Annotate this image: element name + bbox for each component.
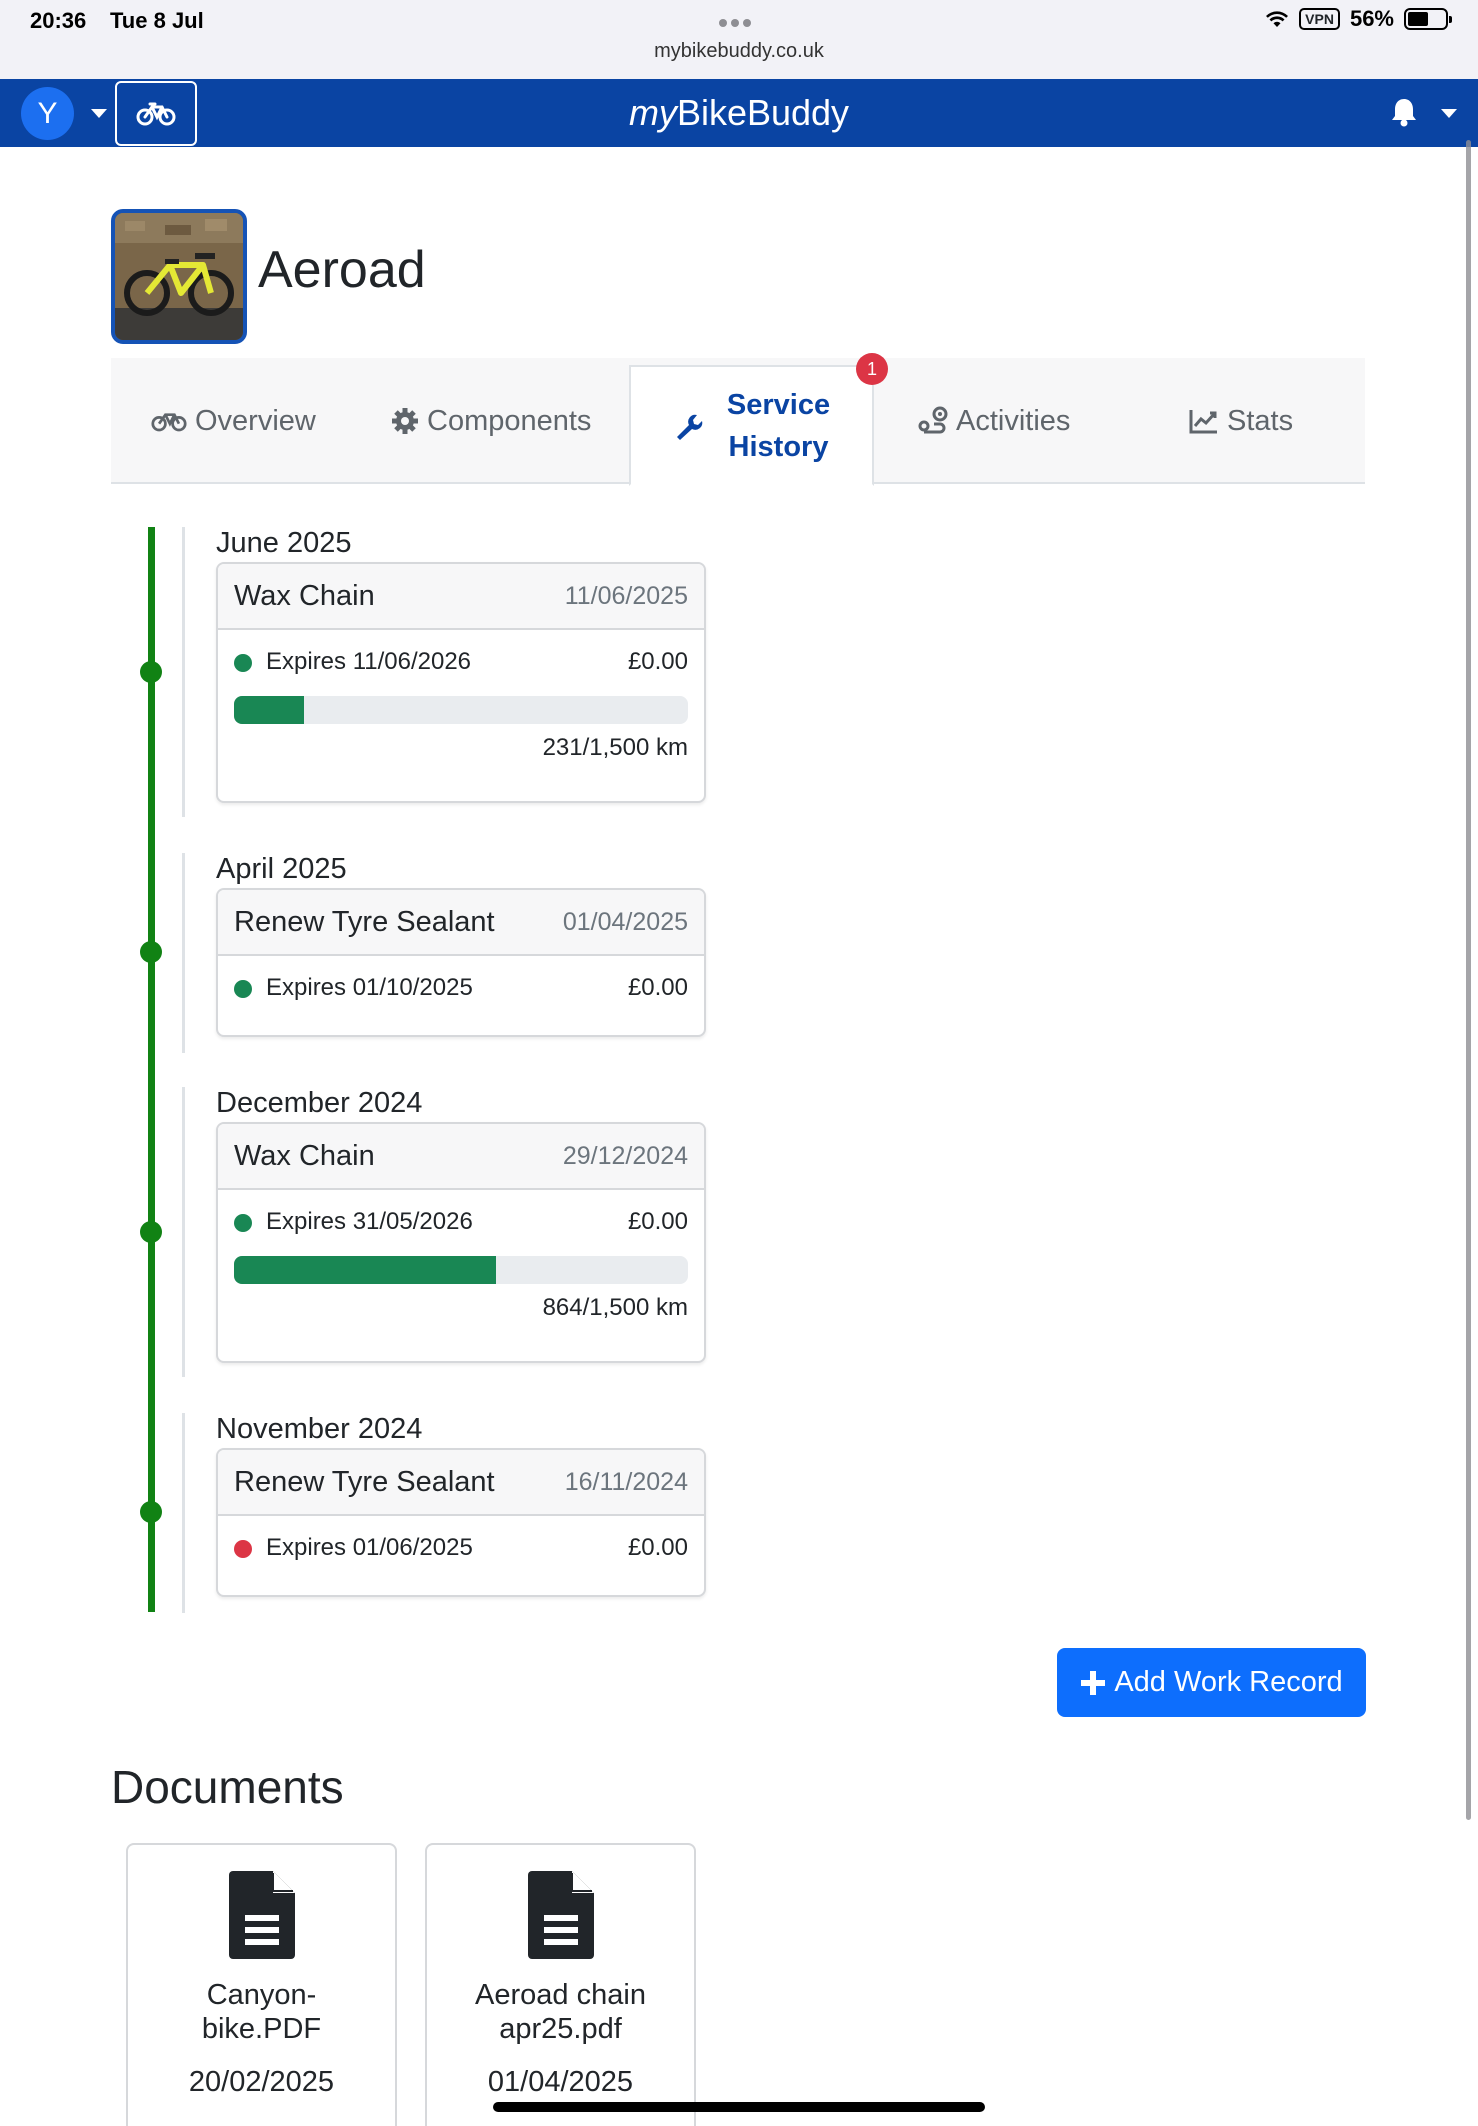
add-work-record-button[interactable]: Add Work Record xyxy=(1057,1648,1366,1717)
documents-heading: Documents xyxy=(111,1761,344,1813)
more-dots-icon[interactable] xyxy=(719,14,759,27)
timeline-divider xyxy=(182,853,185,1053)
chart-line-icon xyxy=(1189,408,1219,434)
month-heading: April 2025 xyxy=(216,853,347,885)
record-date: 29/12/2024 xyxy=(562,1141,688,1170)
record-distance: 864/1,500 km xyxy=(542,1294,688,1321)
document-name-line1: Canyon- xyxy=(206,1979,317,2011)
record-date: 16/11/2024 xyxy=(564,1467,688,1496)
document-date: 20/02/2025 xyxy=(188,2066,335,2098)
record-cost: £0.00 xyxy=(627,648,688,675)
service-record-card[interactable]: Renew Tyre Sealant 01/04/2025 Expires 01… xyxy=(216,888,706,1037)
distance-progress xyxy=(234,1256,688,1284)
battery-percent: 56% xyxy=(1349,6,1394,31)
tab-stats-label: Stats xyxy=(1227,404,1294,437)
wifi-icon xyxy=(1266,11,1289,27)
record-title: Wax Chain xyxy=(234,1139,375,1172)
status-dot xyxy=(234,653,252,672)
document-card[interactable]: Canyon- bike.PDF 20/02/2025 xyxy=(126,1843,397,2126)
wrench-icon xyxy=(673,411,703,441)
timeline-dot xyxy=(140,1221,162,1243)
tab-activities-label: Activities xyxy=(956,404,1071,437)
distance-progress xyxy=(234,696,688,724)
record-cost: £0.00 xyxy=(627,1208,688,1235)
tab-overview-label: Overview xyxy=(195,404,316,437)
status-dot xyxy=(234,1213,252,1232)
document-date: 01/04/2025 xyxy=(487,2066,634,2098)
record-date: 01/04/2025 xyxy=(562,907,688,936)
tab-components-label: Components xyxy=(427,404,592,437)
status-indicators: VPN 56% xyxy=(1265,6,1452,32)
timeline-line xyxy=(148,527,155,1612)
record-cost: £0.00 xyxy=(627,974,688,1001)
timeline-dot xyxy=(140,941,162,963)
gear-icon xyxy=(391,407,419,435)
document-name: Canyon- bike.PDF xyxy=(128,1978,395,2046)
tab-components[interactable]: Components xyxy=(391,358,591,484)
bike-photo[interactable] xyxy=(111,209,247,344)
tab-overview[interactable]: Overview xyxy=(151,358,316,484)
tab-service-history[interactable]: Service History xyxy=(629,365,874,486)
tab-activities[interactable]: Activities xyxy=(918,358,1070,484)
timeline-divider xyxy=(182,1087,185,1377)
month-heading: June 2025 xyxy=(216,527,352,559)
record-title: Renew Tyre Sealant xyxy=(234,1465,495,1498)
document-name-line2: bike.PDF xyxy=(201,2013,322,2045)
bike-name-heading: Aeroad xyxy=(258,241,426,299)
home-indicator[interactable] xyxy=(493,2102,985,2112)
notifications-bell-icon[interactable] xyxy=(1390,97,1418,132)
document-name: Aeroad chain apr25.pdf xyxy=(427,1978,694,2046)
tab-service-label-line2: History xyxy=(728,430,829,463)
status-bar: 20:36 Tue 8 Jul mybikebuddy.co.uk VPN 56… xyxy=(0,0,1478,79)
file-icon xyxy=(527,1871,594,1959)
record-title: Wax Chain xyxy=(234,579,375,612)
service-record-card[interactable]: Renew Tyre Sealant 16/11/2024 Expires 01… xyxy=(216,1448,706,1597)
tab-service-label-line1: Service xyxy=(726,388,831,421)
tab-stats[interactable]: Stats xyxy=(1189,358,1293,484)
add-work-record-label: Add Work Record xyxy=(1114,1666,1343,1698)
service-record-card[interactable]: Wax Chain 11/06/2025 Expires 11/06/2026 … xyxy=(216,562,706,803)
service-history-badge: 1 xyxy=(856,353,888,385)
record-expires: Expires 01/06/2025 xyxy=(266,1534,473,1561)
timeline-divider xyxy=(182,527,185,817)
timeline-dot xyxy=(140,661,162,683)
brand-suffix: BikeBuddy xyxy=(676,92,850,133)
record-expires: Expires 11/06/2026 xyxy=(266,648,472,675)
plus-icon xyxy=(1081,1670,1106,1695)
month-heading: December 2024 xyxy=(216,1087,423,1119)
document-name-line1: Aeroad chain xyxy=(475,1979,646,2011)
bicycle-icon xyxy=(151,410,187,432)
vpn-badge: VPN xyxy=(1299,8,1340,30)
app-brand[interactable]: myBikeBuddy xyxy=(0,92,1478,134)
distance-progress-fill xyxy=(234,1256,496,1284)
top-navbar: Y myBikeBuddy xyxy=(0,79,1478,147)
battery-icon xyxy=(1404,8,1452,30)
record-title: Renew Tyre Sealant xyxy=(234,905,495,938)
document-name-line2: apr25.pdf xyxy=(499,2013,622,2045)
document-card[interactable]: Aeroad chain apr25.pdf 01/04/2025 xyxy=(425,1843,696,2126)
month-heading: November 2024 xyxy=(216,1413,423,1445)
tab-service-history-label: Service History xyxy=(727,384,830,468)
timeline-dot xyxy=(140,1501,162,1523)
record-expires: Expires 01/10/2025 xyxy=(266,974,473,1001)
notifications-caret-icon[interactable] xyxy=(1441,109,1457,118)
status-dot xyxy=(234,1539,252,1558)
brand-prefix: my xyxy=(628,92,677,133)
file-icon xyxy=(228,1871,295,1959)
status-time: 20:36 xyxy=(30,8,87,33)
status-date: Tue 8 Jul xyxy=(110,8,204,33)
record-date: 11/06/2025 xyxy=(564,581,688,610)
scrollbar[interactable] xyxy=(1466,140,1471,1820)
record-distance: 231/1,500 km xyxy=(542,734,688,761)
address-bar-url[interactable]: mybikebuddy.co.uk xyxy=(0,40,1478,63)
timeline-divider xyxy=(182,1413,185,1613)
route-icon xyxy=(918,406,948,436)
record-expires: Expires 31/05/2026 xyxy=(266,1208,473,1235)
status-dot xyxy=(234,979,252,998)
record-cost: £0.00 xyxy=(627,1534,688,1561)
bike-tabs: Overview Components Service History Acti… xyxy=(111,358,1365,486)
distance-progress-fill xyxy=(234,696,304,724)
service-record-card[interactable]: Wax Chain 29/12/2024 Expires 31/05/2026 … xyxy=(216,1122,706,1363)
